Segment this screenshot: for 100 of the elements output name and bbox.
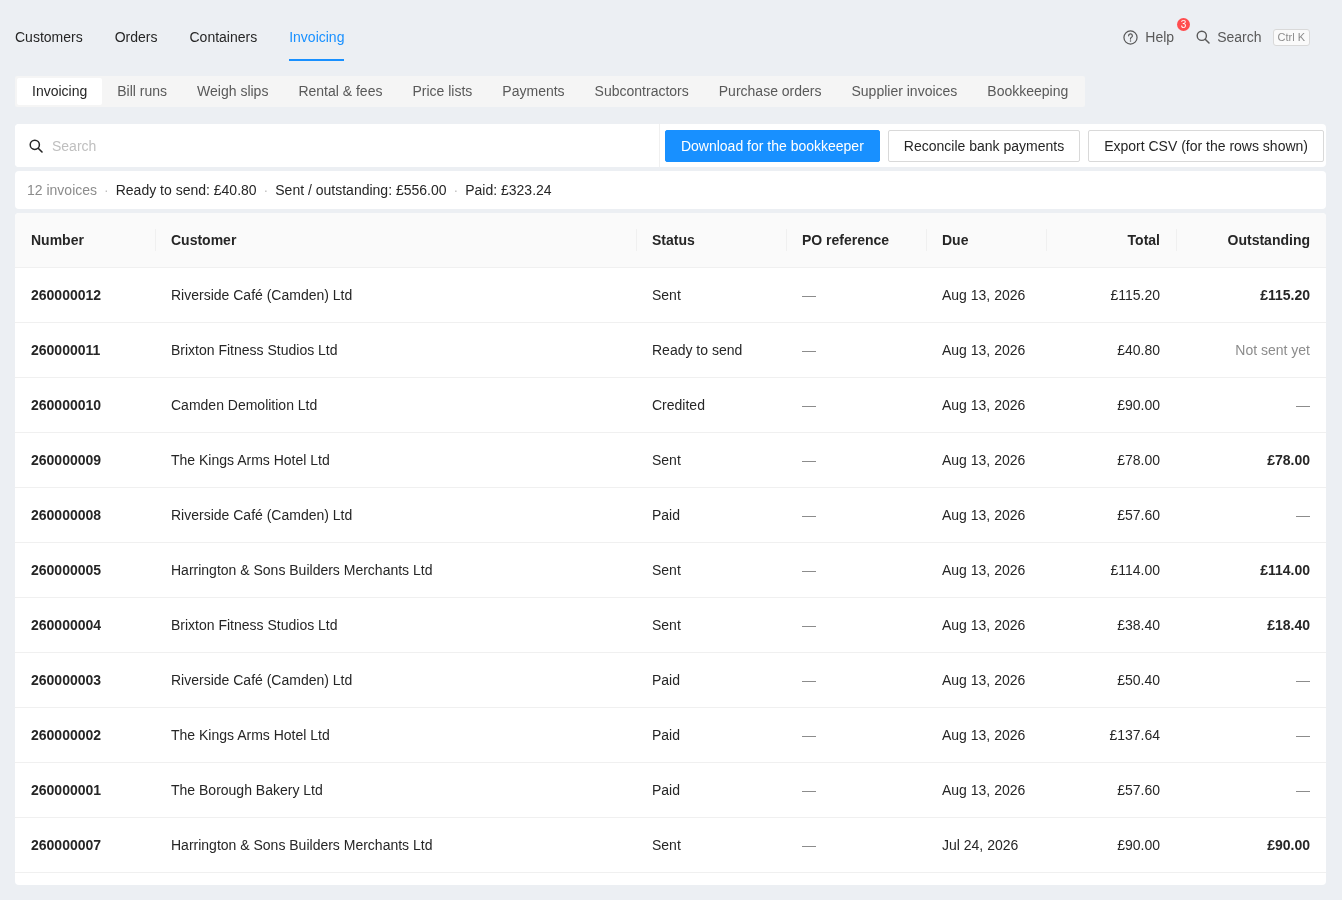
- subtab[interactable]: Invoicing: [17, 78, 103, 105]
- column-header: Customer: [155, 230, 636, 250]
- subtab[interactable]: Supplier invoices: [836, 78, 973, 105]
- subtab[interactable]: Payments: [487, 78, 580, 105]
- table-cell-text: 260000003: [30, 672, 103, 688]
- column-header: Total: [1046, 230, 1176, 250]
- table-cell-text: Camden Demolition Ltd: [170, 397, 319, 413]
- table-cell-text: 260000008: [30, 507, 103, 523]
- table-cell-text: Aug 13, 2026: [941, 287, 1027, 303]
- table-cell-text: —: [801, 617, 817, 633]
- table-cell-text: —: [801, 562, 817, 578]
- table-cell-text: Sent: [651, 562, 682, 578]
- subtab[interactable]: Price lists: [397, 78, 488, 105]
- subtab[interactable]: Rental & fees: [283, 78, 398, 105]
- table-cell-text: Sent: [651, 452, 682, 468]
- table-cell-text: —: [801, 287, 817, 303]
- nav-tab[interactable]: Orders: [114, 27, 158, 61]
- table-cell-text: —: [801, 452, 817, 468]
- table-cell-text: Sent: [651, 287, 682, 303]
- table-cell-text: £115.20: [1109, 287, 1161, 303]
- table-cell-text: Harrington & Sons Builders Merchants Ltd: [170, 562, 434, 578]
- subtab[interactable]: Bookkeeping: [972, 78, 1084, 105]
- table-cell-text: Aug 13, 2026: [941, 452, 1027, 468]
- table-cell-text: 260000010: [30, 397, 103, 413]
- separator-dot: ·: [104, 182, 109, 198]
- table-cell-text: Ready to send: [651, 342, 744, 358]
- action-button[interactable]: Reconcile bank payments: [887, 129, 1081, 162]
- table-cell-text: £50.40: [1116, 672, 1161, 688]
- table-cell-text: Aug 13, 2026: [941, 562, 1027, 578]
- table-cell-text: Aug 13, 2026: [941, 342, 1027, 358]
- summary-text: Sent / outstanding: £556.00: [275, 182, 447, 198]
- table-cell-text: Harrington & Sons Builders Merchants Ltd: [170, 837, 434, 853]
- table-cell-text: £18.40: [1266, 617, 1311, 633]
- table-cell-text: Aug 13, 2026: [941, 507, 1027, 523]
- table-cell-text: —: [1295, 782, 1311, 798]
- subtab[interactable]: Purchase orders: [703, 78, 837, 105]
- nav-tab[interactable]: Customers: [15, 27, 83, 61]
- table-cell-text: —: [801, 672, 817, 688]
- table-cell-text: Brixton Fitness Studios Ltd: [170, 342, 339, 358]
- table-cell-text: Aug 13, 2026: [941, 397, 1027, 413]
- column-header: Outstanding: [1176, 230, 1326, 250]
- table-cell-text: £115.20: [1259, 287, 1311, 303]
- action-button[interactable]: Export CSV (for the rows shown): [1088, 129, 1324, 162]
- table-cell-text: Brixton Fitness Studios Ltd: [170, 617, 339, 633]
- table-cell-text: 260000001: [30, 782, 103, 798]
- separator-dot: ·: [263, 182, 269, 198]
- summary-text: Paid: £323.24: [465, 182, 552, 198]
- table-cell-text: £114.00: [1259, 562, 1311, 578]
- table-cell-text: Riverside Café (Camden) Ltd: [170, 507, 354, 523]
- table-cell-text: The Kings Arms Hotel Ltd: [170, 727, 331, 743]
- separator-dot: ·: [453, 182, 459, 198]
- subtab[interactable]: Subcontractors: [579, 78, 704, 105]
- table-cell-text: £90.00: [1116, 397, 1161, 413]
- table-cell-text: —: [801, 782, 817, 798]
- table-cell-text: Sent: [651, 837, 682, 853]
- table-cell-text: The Borough Bakery Ltd: [170, 782, 324, 798]
- help-icon: [1123, 29, 1139, 45]
- table-cell-text: Riverside Café (Camden) Ltd: [170, 287, 354, 303]
- table-cell-text: £90.00: [1116, 837, 1161, 853]
- table-cell-text: —: [1295, 727, 1311, 743]
- column-header: Status: [636, 230, 786, 250]
- table-cell-text: Aug 13, 2026: [941, 782, 1027, 798]
- subtab[interactable]: Weigh slips: [182, 78, 284, 105]
- table-cell-text: Paid: [651, 672, 682, 688]
- table-cell-text: —: [801, 837, 817, 853]
- table-cell-text: £78.00: [1266, 452, 1311, 468]
- table-cell-text: Paid: [651, 507, 682, 523]
- subtab[interactable]: Bill runs: [102, 78, 183, 105]
- table-cell-text: £57.60: [1116, 782, 1161, 798]
- search-button[interactable]: Search Ctrl K: [1196, 27, 1310, 47]
- help-button[interactable]: Help: [1123, 27, 1175, 47]
- table-cell-text: £57.60: [1116, 507, 1161, 523]
- table-cell-text: 260000005: [30, 562, 103, 578]
- search-field[interactable]: Search: [15, 124, 660, 167]
- table-cell-text: 260000011: [30, 342, 102, 358]
- table-cell-text: 260000002: [30, 727, 103, 743]
- shortcut-hint: Ctrl K: [1272, 28, 1310, 46]
- table-cell-text: —: [1295, 672, 1311, 688]
- table-cell-text: 260000007: [30, 837, 103, 853]
- table-cell-text: £38.40: [1116, 617, 1161, 633]
- table-cell-text: 260000012: [30, 287, 103, 303]
- table-cell-text: £114.00: [1109, 562, 1161, 578]
- summary-text: Ready to send: £40.80: [115, 182, 257, 198]
- table-cell-text: Not sent yet: [1234, 342, 1311, 358]
- table-cell-text: Paid: [651, 727, 682, 743]
- table-cell-text: £90.00: [1266, 837, 1311, 853]
- table-cell-text: Credited: [651, 397, 706, 413]
- search-input[interactable]: Search: [52, 130, 651, 161]
- summary-text: 12 invoices: [27, 182, 98, 198]
- table-cell-text: Paid: [651, 782, 682, 798]
- table-cell-text: —: [801, 727, 817, 743]
- search-icon: [29, 138, 43, 153]
- table-cell-text: The Kings Arms Hotel Ltd: [170, 452, 331, 468]
- table-cell-text: 260000009: [30, 452, 103, 468]
- table-cell-text: Riverside Café (Camden) Ltd: [170, 672, 354, 688]
- column-header: Due: [926, 230, 1046, 250]
- table-cell-text: Jul 24, 2026: [941, 837, 1020, 853]
- table-cell-text: —: [801, 507, 817, 523]
- nav-tab[interactable]: Containers: [189, 27, 258, 61]
- column-header: Number: [30, 231, 85, 250]
